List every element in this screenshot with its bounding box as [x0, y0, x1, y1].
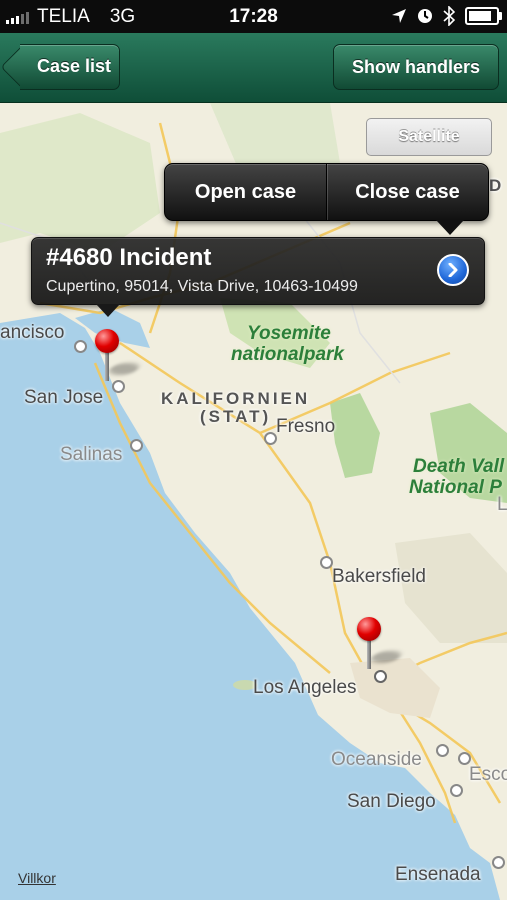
clock-icon	[418, 9, 432, 23]
status-bar: TELIA 3G 17:28	[0, 0, 507, 33]
pin-head	[357, 617, 381, 641]
show-handlers-button[interactable]: Show handlers	[333, 44, 499, 90]
battery-icon	[465, 7, 502, 25]
map-base	[0, 103, 507, 900]
case-title: #4680 Incident	[46, 244, 212, 271]
place-death-valley-park: National P	[409, 477, 502, 498]
place-san-diego: San Diego	[347, 791, 436, 812]
place-kalifornien: KALIFORNIEN	[161, 389, 311, 408]
city-marker	[264, 432, 277, 445]
city-marker	[320, 556, 333, 569]
place-san-jose: San Jose	[24, 387, 104, 408]
back-button-label: Case list	[36, 56, 112, 76]
place-nationalpark: nationalpark	[231, 344, 344, 365]
place-oceanside: Oceanside	[331, 749, 422, 770]
satellite-button[interactable]: Satellite	[366, 118, 492, 156]
chevron-right-icon	[448, 263, 458, 277]
place-ensenada: Ensenada	[395, 864, 481, 885]
case-pin-los-angeles[interactable]	[354, 617, 405, 677]
terms-link[interactable]: Villkor	[18, 870, 56, 886]
place-fresno: Fresno	[276, 416, 336, 437]
place-yosemite: Yosemite	[247, 323, 331, 344]
battery-fill	[469, 11, 491, 21]
case-action-popover: Open case Close case	[164, 163, 489, 235]
callout-tail	[96, 304, 120, 317]
disclosure-button[interactable]	[437, 254, 469, 286]
open-case-button[interactable]: Open case	[165, 164, 326, 220]
place-death-valley: Death Vall	[413, 456, 505, 477]
place-edge-d: D	[489, 176, 505, 195]
bluetooth-icon	[443, 6, 455, 26]
map-view[interactable]: Satellite ancisco San Jose Salinas KALIF…	[0, 103, 507, 900]
city-marker	[74, 340, 87, 353]
place-bakersfield: Bakersfield	[332, 566, 426, 587]
case-list-back-button[interactable]: Case list	[0, 44, 120, 90]
place-stat: (STAT)	[200, 407, 272, 426]
place-escondido: Esco	[469, 764, 507, 785]
city-marker	[436, 744, 449, 757]
pin-stick	[367, 639, 371, 669]
pin-head	[95, 329, 119, 353]
navigation-bar: Case list Show handlers	[0, 33, 507, 103]
place-los-angeles: Los Angeles	[253, 677, 357, 698]
place-edge-l: L	[497, 494, 507, 515]
close-case-button[interactable]: Close case	[327, 164, 488, 220]
pin-stick	[105, 351, 109, 381]
city-marker	[492, 856, 505, 869]
case-callout[interactable]: #4680 Incident Cupertino, 95014, Vista D…	[31, 237, 485, 317]
popover-tail	[436, 220, 464, 235]
status-right	[391, 6, 502, 26]
place-san-francisco: ancisco	[0, 322, 65, 343]
case-address: Cupertino, 95014, Vista Drive, 10463-104…	[46, 278, 358, 295]
city-marker	[458, 752, 471, 765]
city-marker	[130, 439, 143, 452]
location-arrow-icon	[392, 9, 406, 23]
case-pin-cupertino[interactable]	[92, 329, 143, 389]
city-marker	[450, 784, 463, 797]
place-salinas: Salinas	[60, 444, 123, 465]
